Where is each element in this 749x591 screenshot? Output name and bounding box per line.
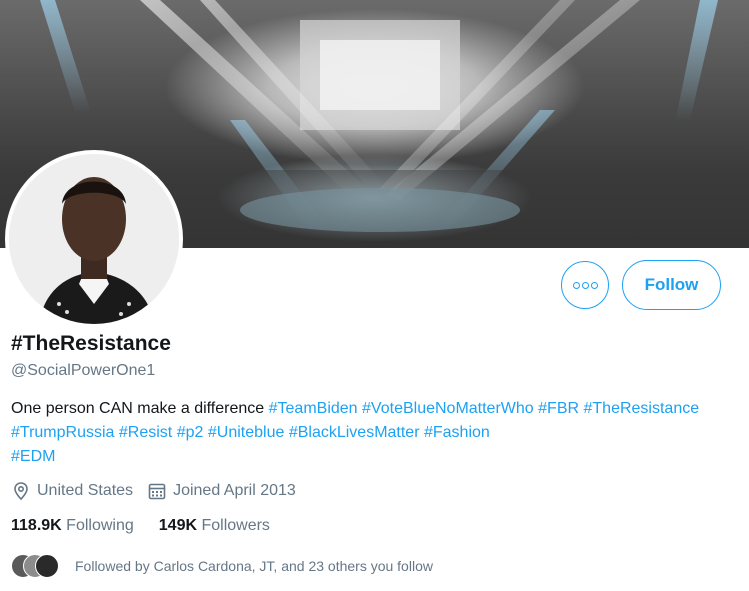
more-dot-icon	[581, 281, 589, 289]
following-count: 118.9K	[11, 517, 62, 534]
profile-avatar[interactable]	[5, 150, 183, 328]
hashtag-link[interactable]: #Uniteblue	[208, 424, 285, 441]
following-label: Following	[66, 517, 134, 534]
hashtag-link[interactable]: #EDM	[11, 448, 55, 465]
followed-by[interactable]: Followed by Carlos Cardona, JT, and 23 o…	[11, 554, 433, 578]
profile-meta: United States Joined April 2013	[11, 481, 310, 501]
hashtag-link[interactable]: #BlackLivesMatter	[289, 424, 420, 441]
followed-by-text: Followed by Carlos Cardona, JT, and 23 o…	[75, 558, 433, 574]
more-dot-icon	[590, 281, 598, 289]
following-link[interactable]: 118.9K Following	[11, 517, 134, 535]
followers-count: 149K	[158, 517, 198, 534]
follow-button[interactable]: Follow	[622, 260, 721, 310]
hashtag-link[interactable]: #TheResistance	[584, 400, 700, 417]
location-pin-icon	[14, 482, 28, 501]
user-handle: @SocialPowerOne1	[11, 362, 156, 379]
join-date-text: Joined April 2013	[173, 482, 296, 499]
more-options-button[interactable]	[561, 261, 609, 309]
avatar	[35, 554, 59, 578]
profile-bio: One person CAN make a difference #TeamBi…	[11, 397, 731, 469]
hashtag-link[interactable]: #FBR	[538, 400, 579, 417]
hashtag-link[interactable]: #TrumpRussia	[11, 424, 114, 441]
followers-label: Followers	[201, 517, 270, 534]
hashtag-link[interactable]: #VoteBlueNoMatterWho	[362, 400, 534, 417]
bio-text: One person CAN make a difference	[11, 400, 265, 417]
calendar-icon	[148, 483, 166, 500]
hashtag-link[interactable]: #TeamBiden	[269, 400, 358, 417]
join-date: Joined April 2013	[147, 481, 296, 501]
hashtag-link[interactable]: #p2	[177, 424, 204, 441]
more-dot-icon	[572, 281, 580, 289]
follower-avatars	[11, 554, 63, 578]
followers-link[interactable]: 149K Followers	[159, 517, 270, 535]
display-name: #TheResistance	[11, 332, 171, 355]
hashtag-link[interactable]: #Resist	[119, 424, 172, 441]
location-text: United States	[37, 482, 134, 499]
location: United States	[11, 481, 133, 501]
hashtag-link[interactable]: #Fashion	[424, 424, 490, 441]
avatar-portrait-icon	[9, 154, 179, 324]
profile-stats: 118.9K Following 149K Followers	[11, 517, 295, 535]
